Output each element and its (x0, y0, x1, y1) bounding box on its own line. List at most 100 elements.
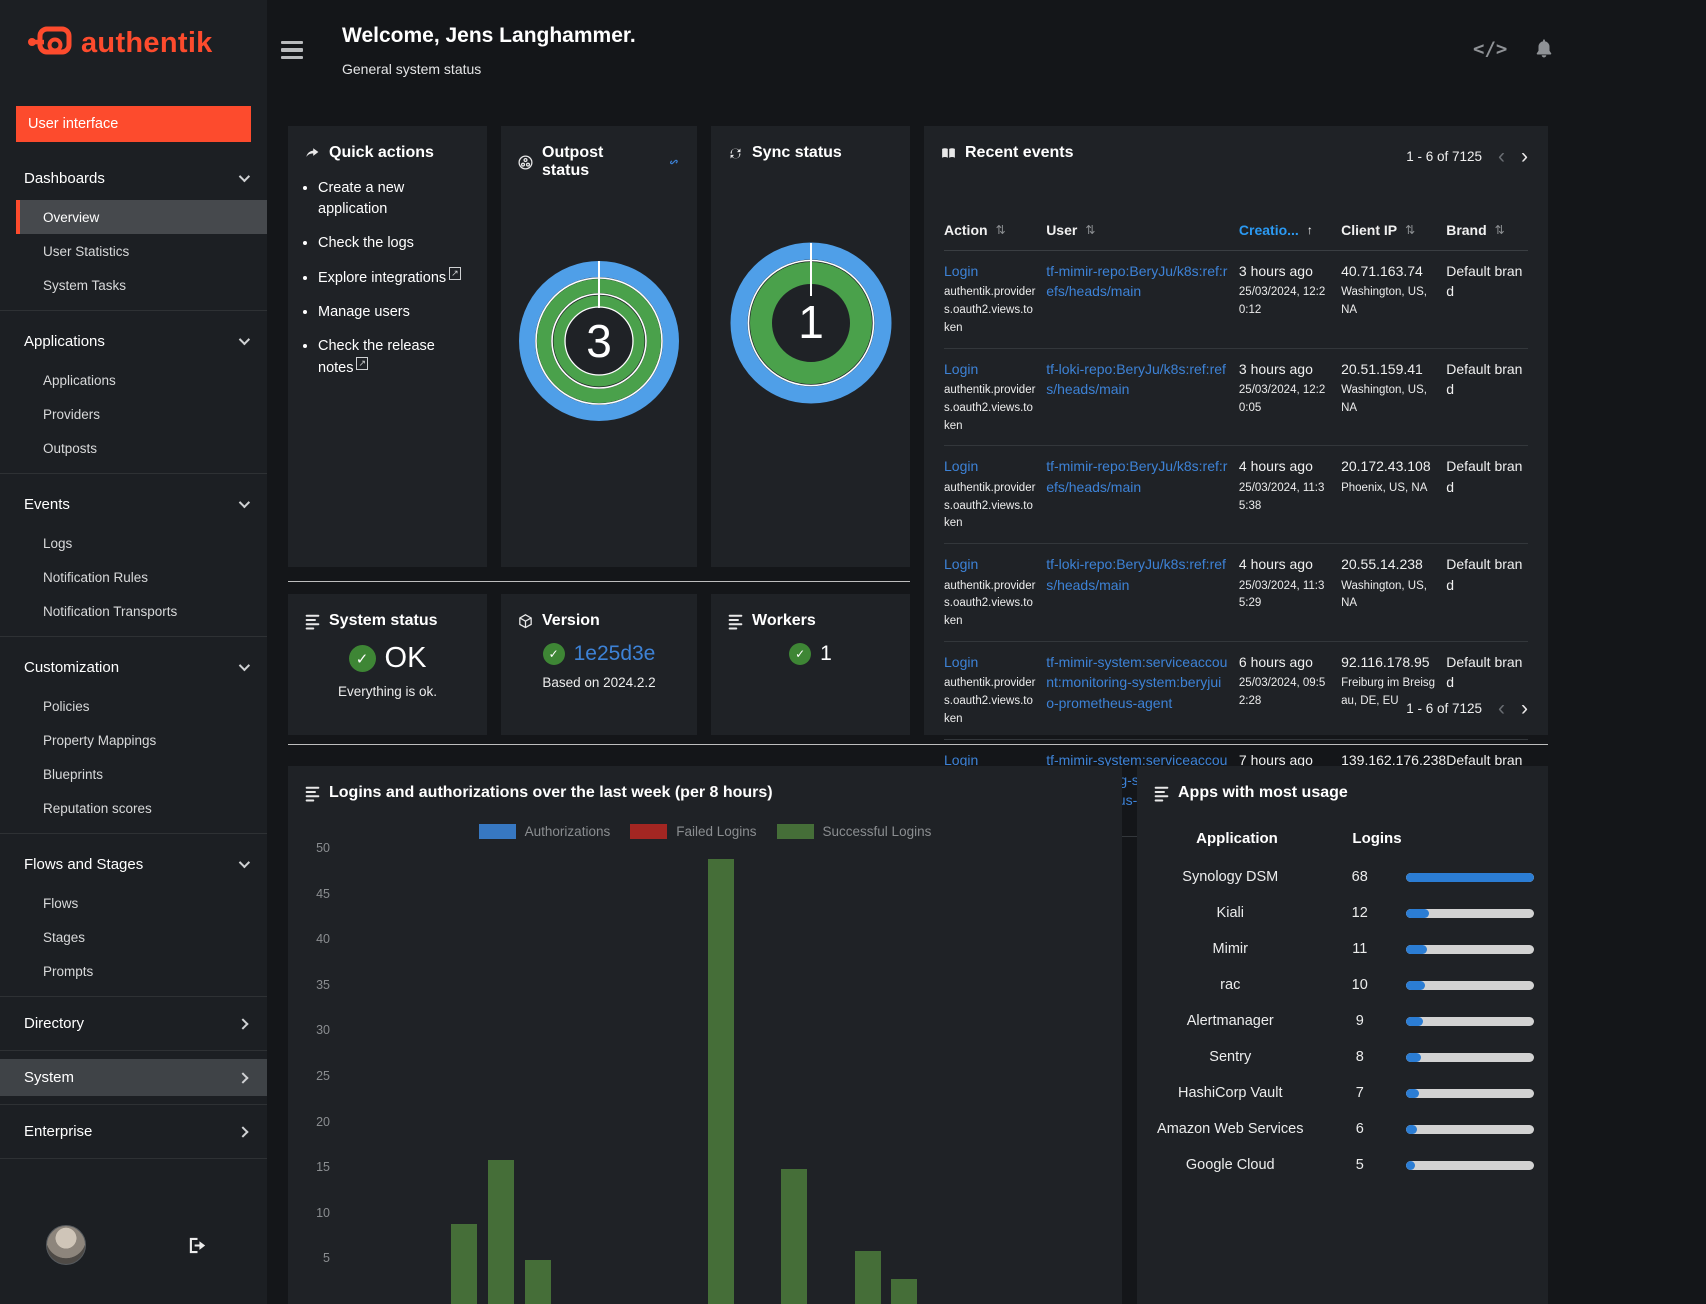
pagination-next-icon[interactable]: › (1521, 146, 1528, 167)
sidebar-item-notification-transports[interactable]: Notification Transports (0, 594, 267, 628)
sidebar-item-system-tasks[interactable]: System Tasks (0, 268, 267, 302)
column-header-brand[interactable]: Brand ⇅ (1446, 222, 1528, 238)
outpost-donut: 3 (501, 252, 697, 430)
sidebar-item-property-mappings[interactable]: Property Mappings (0, 723, 267, 757)
sidebar-item-policies[interactable]: Policies (0, 689, 267, 723)
sidebar-group-applications[interactable]: Applications (0, 319, 267, 363)
quick-action-check-the-release-notes[interactable]: Check the release notes↗ (318, 336, 473, 379)
outpost-status-card: Outpost status 3 (501, 126, 697, 567)
sidebar-toggle-button[interactable] (281, 41, 303, 59)
pagination-prev-icon[interactable]: ‹ (1498, 146, 1505, 167)
column-header-action[interactable]: Action ⇅ (944, 222, 1046, 238)
sidebar-item-stages[interactable]: Stages (0, 920, 267, 954)
sidebar-item-applications[interactable]: Applications (0, 363, 267, 397)
event-user-link[interactable]: tf-mimir-system:serviceaccount:monitorin… (1046, 654, 1227, 711)
divider (0, 1050, 267, 1051)
sidebar-nav: Dashboards Overview User Statistics System… (0, 156, 267, 1159)
sidebar-group-events[interactable]: Events (0, 482, 267, 526)
server-lines-icon (1154, 786, 1169, 801)
user-avatar[interactable] (46, 1225, 86, 1265)
column-header-user[interactable]: User ⇅ (1046, 222, 1239, 238)
quick-action-create-a-new-application[interactable]: Create a new application (318, 178, 473, 220)
app-usage-row: Google Cloud 5 (1147, 1147, 1534, 1183)
version-link[interactable]: 1e25d3e (574, 642, 656, 666)
event-action-link[interactable]: Login (944, 263, 978, 279)
link-icon[interactable] (667, 154, 681, 170)
event-user-link[interactable]: tf-loki-repo:BeryJu/k8s:ref:refs/heads/m… (1046, 556, 1226, 592)
y-axis-label: 50 (316, 841, 330, 855)
app-login-count: 9 (1355, 1013, 1364, 1029)
app-usage-row: Amazon Web Services 6 (1147, 1111, 1534, 1147)
check-circle-icon: ✓ (789, 643, 812, 665)
sidebar-item-outposts[interactable]: Outposts (0, 431, 267, 465)
sidebar-item-notification-rules[interactable]: Notification Rules (0, 560, 267, 594)
sidebar-item-logs[interactable]: Logs (0, 526, 267, 560)
authentik-logo-icon (28, 26, 72, 55)
sidebar-group-enterprise[interactable]: Enterprise (0, 1113, 267, 1150)
sort-icon: ⇅ (1085, 223, 1096, 237)
event-time-ago: 3 hours ago (1238, 360, 1313, 377)
event-brand: Default brand (1446, 360, 1523, 398)
server-lines-icon (305, 614, 320, 629)
bar-successful-logins-slot-5 (524, 1260, 551, 1304)
event-user-link[interactable]: tf-mimir-repo:BeryJu/k8s:ref:refs/heads/… (1046, 263, 1227, 299)
logout-icon[interactable] (186, 1234, 209, 1257)
apps-usage-card: Apps with most usage Application Logins … (1137, 766, 1548, 1304)
chevron-down-icon (238, 856, 251, 869)
sidebar-item-user-statistics[interactable]: User Statistics (0, 234, 267, 268)
sidebar-item-overview[interactable]: Overview (16, 200, 267, 234)
event-action-link[interactable]: Login (944, 654, 978, 670)
sidebar-group-flows-and-stages[interactable]: Flows and Stages (0, 842, 267, 886)
quick-action-explore-integrations[interactable]: Explore integrations↗ (318, 267, 473, 289)
event-action-link[interactable]: Login (944, 361, 978, 377)
outpost-status-title: Outpost status (501, 126, 697, 180)
event-user-link[interactable]: tf-loki-repo:BeryJu/k8s:ref:refs/heads/m… (1046, 361, 1226, 397)
sidebar-group-system[interactable]: System (0, 1059, 267, 1096)
app-name: rac (1220, 977, 1241, 993)
app-login-count: 6 (1355, 1121, 1364, 1137)
quick-action-manage-users[interactable]: Manage users (318, 302, 473, 323)
column-header-creatio[interactable]: Creatio... ↑ (1239, 222, 1341, 238)
sidebar-group-customization[interactable]: Customization (0, 645, 267, 689)
sort-icon: ↑ (1306, 223, 1313, 237)
outpost-icon (518, 154, 533, 170)
y-axis-label: 20 (316, 1114, 330, 1129)
app-login-count: 11 (1352, 941, 1368, 957)
sidebar-item-flows[interactable]: Flows (0, 886, 267, 920)
event-timestamp: 25/03/2024, 12:20:05 (1238, 384, 1326, 414)
book-icon (942, 147, 955, 158)
pagination-next-icon[interactable]: › (1521, 698, 1528, 719)
sidebar-group-dashboards[interactable]: Dashboards (0, 156, 267, 200)
event-client-ip: 20.172.43.108 (1341, 458, 1431, 475)
user-interface-button[interactable]: User interface (16, 106, 251, 142)
workers-title: Workers (711, 594, 910, 630)
authentik-logo: authentik (28, 26, 267, 60)
event-action-link[interactable]: Login (944, 458, 978, 474)
check-circle-icon: ✓ (348, 645, 376, 672)
app-usage-row: Sentry 8 (1147, 1039, 1534, 1075)
event-user-link[interactable]: tf-mimir-repo:BeryJu/k8s:ref:refs/heads/… (1046, 458, 1227, 494)
divider (0, 996, 267, 997)
legend-item-authorizations: Authorizations (478, 824, 610, 839)
bar-successful-logins-slot-3 (451, 1223, 478, 1304)
sync-donut: 1 (711, 234, 910, 412)
check-circle-icon: ✓ (542, 643, 565, 665)
sidebar-item-providers[interactable]: Providers (0, 397, 267, 431)
system-status-value: ✓ OK (288, 642, 487, 675)
event-client-ip: 40.71.163.74 (1341, 263, 1423, 279)
apps-rows: Synology DSM 68 Kiali 12 Mimir 11 rac 10… (1147, 859, 1534, 1183)
sidebar-item-reputation-scores[interactable]: Reputation scores (0, 791, 267, 825)
event-action-link[interactable]: Login (944, 556, 978, 572)
sidebar-group-directory[interactable]: Directory (0, 1005, 267, 1042)
api-code-icon[interactable]: </> (1473, 38, 1507, 60)
app-usage-row: rac 10 (1147, 967, 1534, 1003)
quick-action-check-the-logs[interactable]: Check the logs (318, 233, 473, 254)
sidebar-item-prompts[interactable]: Prompts (0, 954, 267, 988)
app-name: Mimir (1212, 941, 1248, 957)
app-usage-progressbar (1406, 1088, 1534, 1098)
event-context: authentik.providers.oauth2.views.token (944, 384, 1036, 432)
pagination-prev-icon[interactable]: ‹ (1498, 698, 1505, 719)
column-header-client-ip[interactable]: Client IP ⇅ (1341, 222, 1446, 238)
notifications-bell-icon[interactable] (1533, 36, 1555, 61)
sidebar-item-blueprints[interactable]: Blueprints (0, 757, 267, 791)
